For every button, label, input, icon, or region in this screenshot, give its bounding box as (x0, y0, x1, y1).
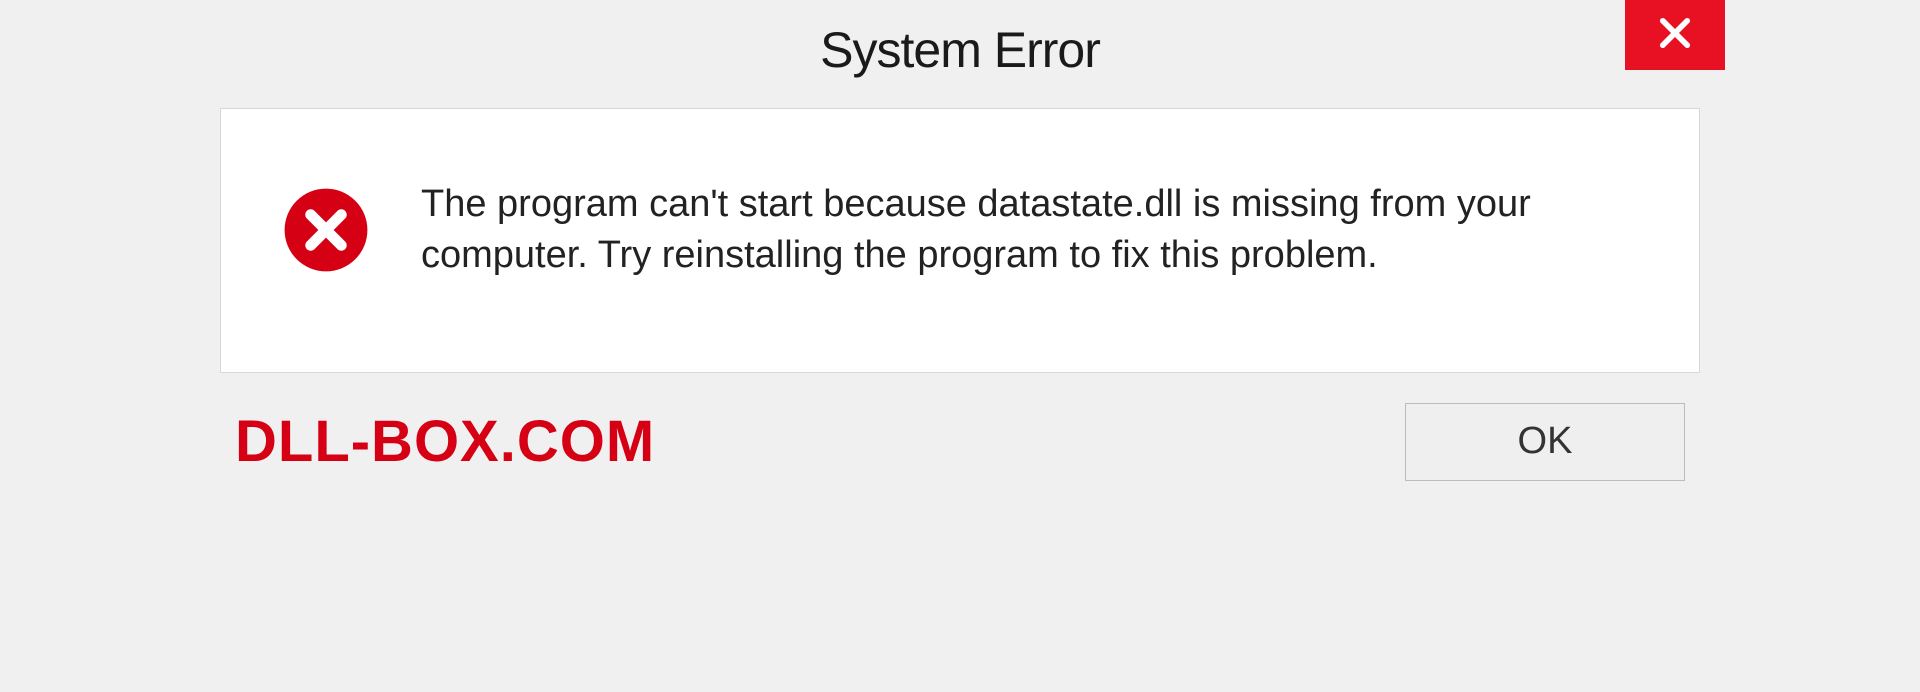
dialog-title: System Error (820, 21, 1100, 79)
titlebar: System Error (195, 0, 1725, 100)
watermark-text: DLL-BOX.COM (235, 408, 655, 475)
error-message: The program can't start because datastat… (421, 179, 1571, 282)
dialog-footer: DLL-BOX.COM OK (195, 373, 1725, 511)
error-dialog: System Error The program can't start bec… (195, 0, 1725, 511)
ok-button[interactable]: OK (1405, 403, 1685, 481)
error-circle-x-icon (281, 185, 371, 275)
close-icon (1654, 12, 1696, 59)
dialog-body: The program can't start because datastat… (220, 108, 1700, 373)
close-button[interactable] (1625, 0, 1725, 70)
